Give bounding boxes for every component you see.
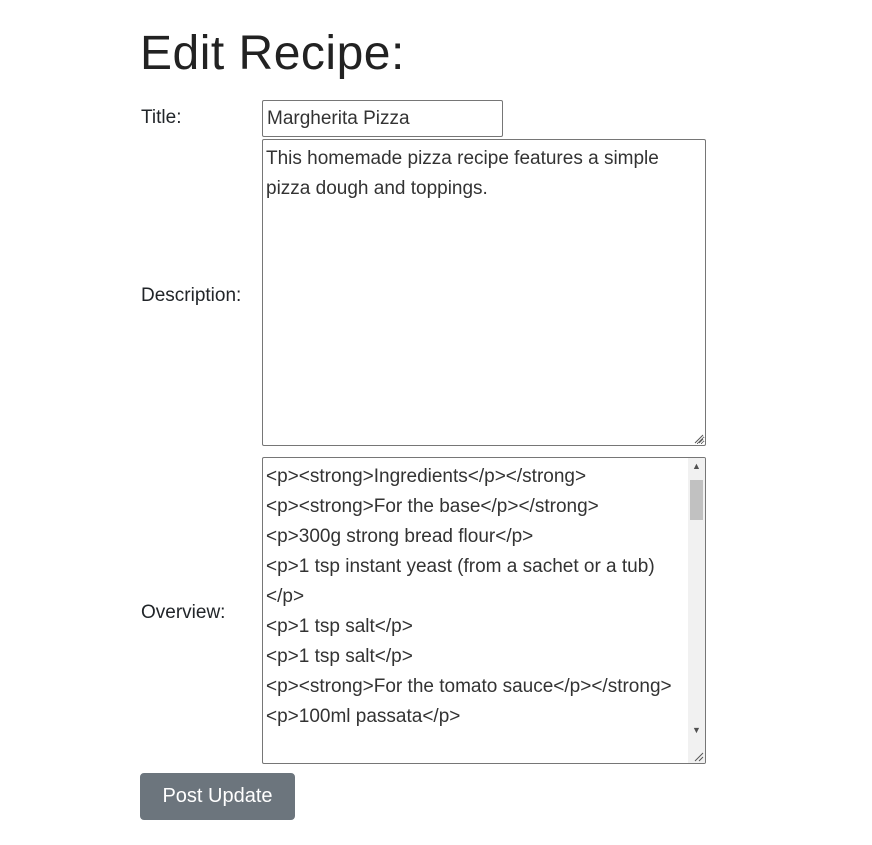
post-update-button[interactable]: Post Update: [140, 773, 295, 820]
scroll-down-arrow-icon[interactable]: ▼: [688, 722, 705, 739]
overview-textarea[interactable]: <p><strong>Ingredients</p></strong> <p><s…: [262, 457, 706, 764]
overview-line: <p><strong>For the base</p></strong>: [266, 496, 599, 517]
overview-content[interactable]: <p><strong>Ingredients</p></strong> <p><s…: [263, 458, 688, 763]
scrollbar-thumb[interactable]: [690, 480, 703, 520]
overview-line: <p>300g strong bread flour</p>: [266, 526, 534, 547]
description-textarea[interactable]: This homemade pizza recipe features a si…: [262, 139, 706, 446]
page-title: Edit Recipe:: [140, 27, 405, 80]
overview-line: <p>1 tsp salt</p>: [266, 616, 413, 637]
description-label: Description:: [141, 285, 242, 306]
scroll-up-arrow-icon[interactable]: ▲: [688, 458, 705, 475]
overview-line: <p>100ml passata</p>: [266, 706, 461, 727]
overview-line: <p><strong>For the tomato sauce</p></str…: [266, 676, 672, 697]
title-label: Title:: [141, 107, 182, 128]
overview-line: <p>1 tsp instant yeast (from a sachet or…: [266, 556, 655, 607]
overview-scrollbar[interactable]: ▲ ▼: [688, 458, 705, 763]
overview-line: <p>1 tsp salt</p>: [266, 646, 413, 667]
overview-line: <p><strong>Ingredients</p></strong>: [266, 466, 587, 487]
overview-label: Overview:: [141, 602, 226, 623]
edit-recipe-page: Edit Recipe: Title: Description: This ho…: [0, 0, 872, 845]
resize-grip-icon[interactable]: [692, 750, 704, 762]
title-input[interactable]: [262, 100, 503, 137]
